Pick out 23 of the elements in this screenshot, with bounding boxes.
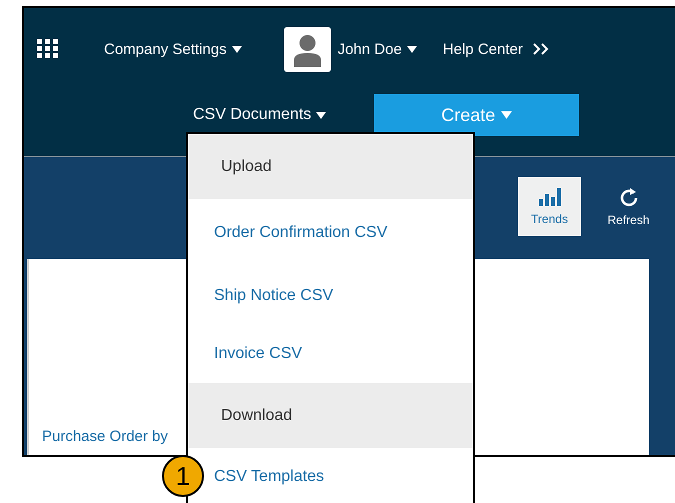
caret-icon [406, 46, 417, 52]
menu-item[interactable]: CSV Templates [214, 448, 324, 503]
purchase-order-link[interactable]: Purchase Order by [42, 428, 168, 445]
caret-icon [316, 112, 326, 118]
menu-item[interactable]: Invoice CSV [214, 325, 302, 383]
menu-item[interactable]: Order Confirmation CSV [214, 199, 388, 267]
menu-section-header: Upload [188, 134, 473, 199]
create-button[interactable]: Create [374, 94, 580, 136]
avatar-icon[interactable] [284, 26, 331, 72]
csv-documents-menu[interactable]: CSV Documents [193, 106, 326, 124]
trends-button[interactable]: Trends [518, 177, 581, 236]
user-menu[interactable]: John Doe [338, 40, 417, 58]
refresh-button[interactable]: Refresh [597, 177, 660, 236]
bar-chart-icon [538, 188, 560, 206]
company-settings-menu[interactable]: Company Settings [104, 40, 242, 58]
help-center-link[interactable]: Help Center [442, 40, 523, 58]
menu-section-header: Download [188, 383, 473, 448]
refresh-icon [618, 186, 638, 206]
menu-item[interactable]: Ship Notice CSV [214, 267, 334, 325]
app-grid-icon[interactable] [37, 39, 59, 59]
caret-icon [232, 46, 242, 52]
double-chevron-icon[interactable] [532, 43, 549, 55]
caret-icon [501, 111, 512, 119]
